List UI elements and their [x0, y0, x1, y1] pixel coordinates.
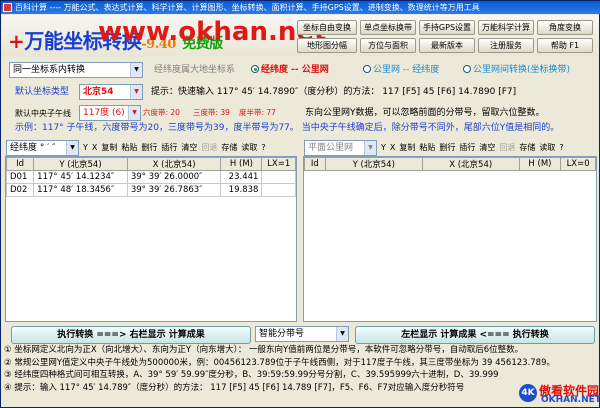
chevron-down-icon: ▼: [336, 327, 348, 341]
convert-right-button[interactable]: 执行转换 ===> 右栏显示 计算成果: [11, 326, 251, 344]
left-insert-row-button[interactable]: 插行: [161, 141, 177, 155]
left-help-button[interactable]: ?: [261, 141, 265, 155]
left-grid-pane[interactable]: Id Y (北京54) X (北京54) H (M) LX=1 D01 117°…: [5, 156, 297, 322]
right-load-button[interactable]: 读取: [539, 141, 555, 155]
radio-dot-icon: [463, 65, 471, 73]
east-grid-hint: 东向公里网Y数据，可以忽略前面的分带号，留取六位整数。: [305, 108, 545, 118]
right-copy-button[interactable]: 复制: [399, 141, 415, 155]
mode-select[interactable]: 同一坐标系内转换 ▼: [9, 62, 143, 78]
right-delete-row-button[interactable]: 删行: [439, 141, 455, 155]
left-data-table[interactable]: Id Y (北京54) X (北京54) H (M) LX=1 D01 117°…: [5, 157, 296, 197]
app-window: 百科计算 ---- 万能公式、表达式计算、科学计算、计算图形、坐标转换、面积计算…: [0, 0, 600, 408]
meridian-select[interactable]: 117度 (6) ▼: [79, 105, 141, 121]
table-header-row: Id Y (北京54) X (北京54) H (M) LX=0: [304, 157, 596, 171]
site-logo: 4K 傲看软件园 OKHAN.NET: [519, 382, 600, 405]
science-calc-button[interactable]: 万能科学计算: [478, 20, 534, 35]
left-save-button[interactable]: 存储: [221, 141, 237, 155]
right-format-select[interactable]: 平面公里网 ▼: [304, 140, 377, 156]
left-paste-button[interactable]: 粘贴: [121, 141, 137, 155]
angle-convert-button[interactable]: 角度变换: [537, 20, 593, 35]
chevron-down-icon: ▼: [130, 85, 142, 99]
window-title: 百科计算 ---- 万能公式、表达式计算、科学计算、计算图形、坐标转换、面积计算…: [15, 3, 480, 12]
coordinate-system-select[interactable]: 北京54 ▼: [79, 84, 143, 100]
zone6-value: 六度带: 20: [143, 108, 180, 117]
zone-number-select[interactable]: 智能分带号 ▼: [255, 326, 349, 342]
left-copy-button[interactable]: 复制: [101, 141, 117, 155]
note-3: ③ 经纬度四种格式间可相互转换，A、39° 59′ 59.99″度分秒，B、39…: [4, 370, 499, 380]
right-clear-button[interactable]: 清空: [479, 141, 495, 155]
right-insert-row-button[interactable]: 插行: [459, 141, 475, 155]
left-y-checkbox[interactable]: Y: [83, 141, 88, 155]
left-undo-button[interactable]: 回退: [201, 141, 217, 155]
right-y-checkbox[interactable]: Y: [381, 141, 386, 155]
map-sheet-button[interactable]: 地形图分幅: [297, 38, 357, 53]
note-4: ④ 提示：输入 117° 45′ 14.789″（度分秒）的方法： 117 [F…: [4, 382, 465, 393]
chevron-down-icon: ▼: [364, 141, 376, 155]
table-row[interactable]: D01 117° 45′ 14.1234″ 39° 39′ 26.0000″ 2…: [5, 170, 296, 184]
left-load-button[interactable]: 读取: [241, 141, 257, 155]
right-help-button[interactable]: ?: [559, 141, 563, 155]
example-text: 示例：117° 子午线，六度带号为20，三度带号为39，度半带号为77。 当中央…: [15, 123, 560, 133]
ellipsoid-label: 经纬度属大地坐标系: [154, 65, 236, 75]
right-paste-button[interactable]: 粘贴: [419, 141, 435, 155]
right-toolbar: Y X 复制 粘贴 删行 插行 清空 回退 存储 读取?: [381, 141, 568, 155]
right-grid-pane[interactable]: Id Y (北京54) X (北京54) H (M) LX=0: [303, 156, 597, 322]
right-x-checkbox[interactable]: X: [390, 141, 395, 155]
chevron-down-icon: ▼: [66, 141, 78, 155]
watermark: www.okhan.net: [98, 17, 327, 47]
left-format-select[interactable]: 经纬度 ° ′ ″ ▼: [6, 140, 79, 156]
convert-left-button[interactable]: 左栏显示 计算成果 <=== 执行转换: [355, 326, 595, 344]
free-transform-button[interactable]: 坐标自由变换: [297, 20, 357, 35]
table-header-row: Id Y (北京54) X (北京54) H (M) LX=1: [5, 157, 296, 171]
radio-latlon-to-grid[interactable]: 经纬度 -- 公里网: [251, 64, 329, 76]
default-system-label: 默认坐标类型: [15, 87, 70, 97]
app-icon: [3, 3, 12, 12]
left-x-checkbox[interactable]: X: [92, 141, 97, 155]
right-save-button[interactable]: 存储: [519, 141, 535, 155]
zone-change-button[interactable]: 单点坐标换带: [360, 20, 416, 35]
radio-dot-icon: [363, 65, 371, 73]
right-undo-button[interactable]: 回退: [499, 141, 515, 155]
zone3-value: 三度带: 39: [193, 108, 230, 117]
logo-en-text: OKHAN.NET: [541, 395, 600, 405]
gps-settings-button[interactable]: 手持GPS设置: [419, 20, 475, 35]
chevron-down-icon: ▼: [130, 63, 142, 77]
help-button[interactable]: 帮助 F1: [537, 38, 593, 53]
radio-grid-to-latlon[interactable]: 公里网 -- 经纬度: [363, 64, 439, 76]
logo-badge: 4K: [519, 384, 537, 402]
radio-grid-to-grid[interactable]: 公里网间转换(坐标换带): [463, 64, 570, 76]
register-button[interactable]: 注册服务: [478, 38, 534, 53]
left-toolbar: Y X 复制 粘贴 删行 插行 清空 回退 存储 读取?: [83, 141, 270, 155]
table-row[interactable]: D02 117° 48′ 18.3456″ 39° 39′ 26.7863″ 1…: [5, 183, 296, 197]
zone-half-value: 度半带: 77: [239, 108, 276, 117]
note-2: ② 常规公里网Y值定义中央子午线处为500000米，例：00456123.789…: [4, 357, 555, 368]
chevron-down-icon: ▼: [128, 106, 140, 120]
title-bar[interactable]: 百科计算 ---- 万能公式、表达式计算、科学计算、计算图形、坐标转换、面积计算…: [1, 1, 600, 14]
notes-panel: ① 坐标网定义北向为正X（向北增大）、东向为正Y（向东增大）： 一般东向Y值前两…: [4, 344, 598, 407]
header-banner: +万能坐标转换-9.40 免费版 www.okhan.net 坐标自由变换 单点…: [2, 15, 599, 57]
note-1: ① 坐标网定义北向为正X（向北增大）、东向为正Y（向东增大）： 一般东向Y值前两…: [4, 345, 524, 355]
left-delete-row-button[interactable]: 删行: [141, 141, 157, 155]
radio-dot-icon: [251, 65, 259, 73]
latest-version-button[interactable]: 最新版本: [419, 38, 475, 53]
bearing-area-button[interactable]: 方位与面积: [360, 38, 416, 53]
quick-input-hint: 提示：快速输入 117° 45′ 14.7890″（度分秒）的方法： 117 […: [151, 87, 517, 97]
meridian-label: 默认中央子午线: [15, 109, 71, 118]
right-data-table[interactable]: Id Y (北京54) X (北京54) H (M) LX=0: [304, 157, 596, 171]
left-clear-button[interactable]: 清空: [181, 141, 197, 155]
